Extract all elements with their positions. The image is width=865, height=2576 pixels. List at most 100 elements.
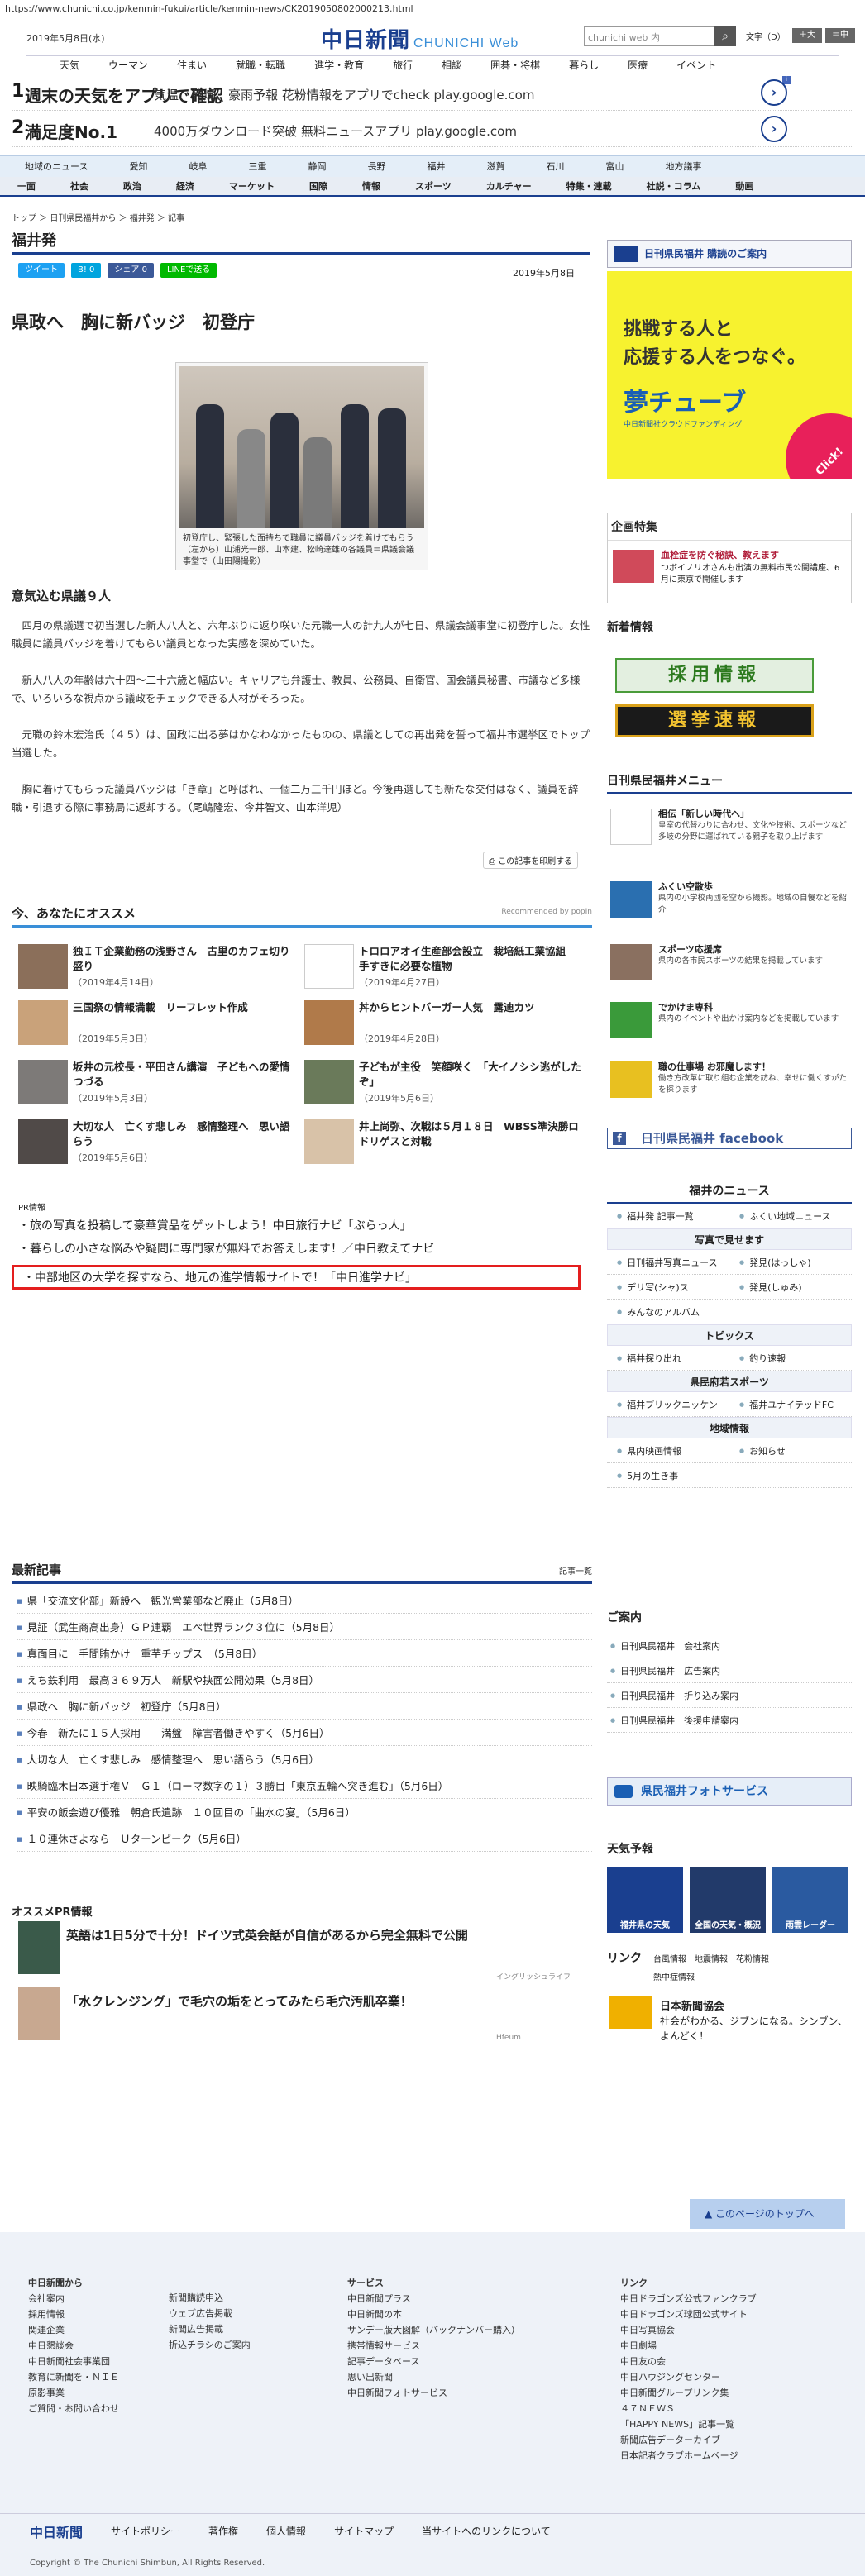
chevron-right-icon[interactable]: › — [761, 79, 787, 106]
category-item[interactable]: 情報 — [345, 177, 398, 195]
ad-banner-1[interactable]: 1 週末の天気をアプリで確認 気温、乾燥、豪雨予報 花粉情報をアプリでcheck… — [12, 74, 853, 111]
weather-japan[interactable]: 全国の天気・概況 — [690, 1867, 766, 1933]
kikaku-head[interactable]: 血栓症を防ぐ秘訣、教えます — [661, 548, 779, 561]
menu-item[interactable]: でかけま専科 県内のイベントや出かけ案内などを掲載しています — [607, 1000, 852, 1043]
fukui-link[interactable]: 福井ブリックニッケン — [607, 1392, 729, 1416]
footer-link[interactable]: 思い出新聞 — [347, 2369, 520, 2385]
footer-link[interactable]: 教育に新聞を・ＮＩＥ — [28, 2369, 119, 2385]
footer-bar-link[interactable]: サイトポリシー — [111, 2524, 180, 2538]
fukui-link[interactable]: 福井発 記事一覧 — [607, 1204, 729, 1228]
fukui-link[interactable]: 福井探り出れ — [607, 1346, 729, 1370]
nihon-title[interactable]: 日本新聞協会 — [660, 1997, 724, 2013]
category-item[interactable]: 社説・コラム — [629, 177, 719, 195]
latest-item[interactable]: 平安の飯会遊び優雅 朝倉氏遺跡 １０回目の「曲水の宴」（5月6日） — [17, 1801, 592, 1825]
font-mid-button[interactable]: ＝中 — [825, 28, 855, 43]
tweet-button[interactable]: ツイート — [18, 263, 65, 278]
ospr-link[interactable]: 英語は1日5分で十分！ドイツ式英会話が自信があるから完全無料で公開 — [66, 1926, 468, 1944]
facebook-banner[interactable]: f 日刊県民福井 facebook — [607, 1128, 852, 1149]
footer-link[interactable]: ４７ＮＥＷＳ — [620, 2401, 757, 2416]
category-item[interactable]: 政治 — [106, 177, 159, 195]
footer-link[interactable]: 中日新聞社会事業団 — [28, 2354, 119, 2369]
recommend-item[interactable]: 独ＩＴ企業勤務の浅野さん 古里のカフェ切り盛り （2019年4月14日） — [18, 944, 299, 994]
latest-more-link[interactable]: 記事一覧 — [559, 1564, 592, 1577]
facebook-share-button[interactable]: シェア 0 — [108, 263, 154, 278]
fukui-link[interactable]: 県内映画情報 — [607, 1438, 729, 1462]
topnav-item[interactable]: 旅行 — [389, 56, 416, 74]
weather-fukui[interactable]: 福井県の天気 — [607, 1867, 683, 1933]
region-item[interactable]: 滋賀 — [461, 156, 521, 177]
latest-item[interactable]: １０連休さよなら Ｕターンピーク（5月6日） — [17, 1827, 592, 1852]
footer-link[interactable]: 記事データベース — [347, 2354, 520, 2369]
recommend-item[interactable]: 井上尚弥、次戦は５月１８日 WBSS準決勝ロドリゲスと対戦 — [304, 1119, 585, 1169]
footer-bar-link[interactable]: 著作権 — [208, 2524, 238, 2538]
nihon-logo[interactable] — [609, 1996, 652, 2029]
font-big-button[interactable]: ＋大 — [792, 28, 822, 43]
search-input[interactable]: chunichi web 内 — [584, 26, 714, 46]
topnav-item[interactable]: 天気 — [56, 56, 83, 74]
footer-link[interactable]: 折込チラシのご案内 — [169, 2337, 251, 2353]
menu-item[interactable]: スポーツ応援席 県内の各市民スポーツの結果を掲載しています — [607, 942, 852, 985]
category-item[interactable]: 経済 — [159, 177, 212, 195]
line-button[interactable]: LINEで送る — [160, 263, 217, 278]
election-banner[interactable]: 選挙速報 — [615, 704, 814, 737]
region-item[interactable]: 地方議事 — [640, 156, 718, 177]
fukui-link[interactable]: 発見(しゅみ) — [729, 1275, 852, 1299]
footer-bar-link[interactable]: 当サイトへのリンクについて — [422, 2524, 551, 2538]
footer-link[interactable]: 中日ドラゴンズ公式ファンクラブ — [620, 2291, 757, 2306]
footer-bar-link[interactable]: サイトマップ — [334, 2524, 394, 2538]
breadcrumb[interactable]: トップ ＞ 日刊県民福井から ＞ 福井発 ＞ 記事 — [12, 211, 184, 223]
fukui-link[interactable]: 発見(はっしゃ) — [729, 1250, 852, 1274]
footer-link[interactable]: 新聞購読申込 — [169, 2290, 251, 2306]
region-item[interactable]: 地域のニュース — [0, 156, 104, 177]
latest-item[interactable]: 真面目に 手間賄かけ 重芋チップス （5月8日） — [17, 1642, 592, 1667]
hatena-button[interactable]: B! 0 — [71, 263, 102, 278]
dream-tube-ad[interactable]: 挑戦する人と 応援する人をつなぐ。 夢チューブ 中日新聞社クラウドファンディング… — [607, 271, 852, 479]
region-item[interactable]: 富山 — [581, 156, 640, 177]
subscribe-banner[interactable]: 日刊県民福井 購読のご案内 — [607, 240, 852, 268]
link-item[interactable]: 台風情報 — [653, 1955, 686, 1964]
ad-banner-2[interactable]: 2 満足度No.1 4000万ダウンロード突破 無料ニュースアプリ play.g… — [12, 111, 853, 147]
fukui-link[interactable]: お知らせ — [729, 1438, 852, 1462]
fukui-link[interactable]: ふくい地域ニュース — [729, 1204, 852, 1228]
category-item[interactable]: 動画 — [718, 177, 771, 195]
footer-link[interactable]: ウェブ広告掲載 — [169, 2306, 251, 2321]
footer-link[interactable]: サンデー版大図解（バックナンバー購入） — [347, 2322, 520, 2338]
recommend-item[interactable]: 子どもが主役 笑顔咲く 「大イノシシ逃がしたぞ」 （2019年5月6日） — [304, 1060, 585, 1109]
fukui-link[interactable]: デリ写(シャ)ス — [607, 1275, 729, 1299]
annai-link[interactable]: 日刊県民福井 広告案内 — [607, 1658, 852, 1683]
topnav-item[interactable]: 就職・転職 — [232, 56, 289, 74]
site-logo[interactable]: 中日新聞 CHUNICHI Web — [321, 23, 519, 54]
link-item[interactable]: 熱中症情報 — [653, 1973, 695, 1982]
topnav-item[interactable]: 囲碁・将棋 — [487, 56, 543, 74]
pr-link[interactable]: ・中部地区の大学を探すなら、地元の進学情報サイトで！「中日進学ナビ」 — [23, 1269, 417, 1286]
annai-link[interactable]: 日刊県民福井 折り込み案内 — [607, 1683, 852, 1708]
recommend-item[interactable]: 大切な人 亡くす悲しみ 感情整理へ 思い語らう （2019年5月6日） — [18, 1119, 299, 1169]
footer-link[interactable]: 中日新聞プラス — [347, 2291, 520, 2306]
footer-link[interactable]: 中日ドラゴンズ球団公式サイト — [620, 2306, 757, 2322]
chevron-right-icon[interactable]: › — [761, 116, 787, 142]
latest-item[interactable]: 見証（武生商高出身）ＧＰ連覇 エペ世界ランク３位に（5月8日） — [17, 1615, 592, 1640]
pr-link[interactable]: ・旅の写真を投稿して豪華賞品をゲットしよう！中日旅行ナビ「ぶらっ人」 — [18, 1217, 412, 1233]
region-item[interactable]: 長野 — [342, 156, 402, 177]
footer-link[interactable]: 中日劇場 — [620, 2338, 757, 2354]
latest-item[interactable]: 県「交流文化部」新設へ 観光営業部など廃止（5月8日） — [17, 1589, 592, 1614]
pr-link[interactable]: ・暮らしの小さな悩みや疑問に専門家が無料でお答えします！／中日教えてナビ — [18, 1240, 434, 1257]
latest-item[interactable]: 今春 新たに１５人採用 満盤 障害者働きやすく（5月6日） — [17, 1721, 592, 1746]
region-item[interactable]: 愛知 — [104, 156, 164, 177]
category-item[interactable]: 特集・連載 — [549, 177, 629, 195]
footer-bar-link[interactable]: 個人情報 — [266, 2524, 306, 2538]
category-item[interactable]: スポーツ — [398, 177, 469, 195]
footer-link[interactable]: ご質問・お問い合わせ — [28, 2401, 119, 2416]
region-item[interactable]: 静岡 — [283, 156, 342, 177]
category-item[interactable]: 国際 — [292, 177, 345, 195]
search-button[interactable]: ⌕ — [714, 26, 736, 46]
fukui-link[interactable]: 日刊福井写真ニュース — [607, 1250, 729, 1274]
fukui-link[interactable]: 釣り速報 — [729, 1346, 852, 1370]
recruit-banner[interactable]: 採用情報 — [615, 658, 814, 693]
annai-link[interactable]: 日刊県民福井 後援申請案内 — [607, 1708, 852, 1733]
footer-link[interactable]: 「HAPPY NEWS」記事一覧 — [620, 2416, 757, 2432]
footer-link[interactable]: 日本記者クラブホームページ — [620, 2448, 757, 2464]
footer-link[interactable]: 中日新聞の本 — [347, 2306, 520, 2322]
footer-logo[interactable]: 中日新聞 — [30, 2521, 83, 2541]
footer-link[interactable]: 会社案内 — [28, 2291, 119, 2306]
